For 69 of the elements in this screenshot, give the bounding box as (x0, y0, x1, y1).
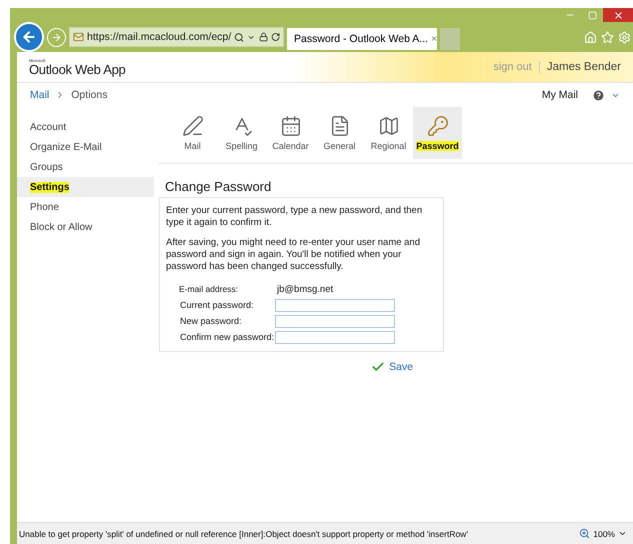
instruction-text: After saving, you might need to re-enter your user name and password and sign in again. You'll be notified when your password has been changed successfully. (166, 237, 421, 273)
field-label: New password: (180, 316, 243, 326)
browser-tab[interactable]: Password - Outlook Web A... × (287, 28, 437, 50)
sidebar-label: Phone (30, 202, 59, 212)
sidebar-item[interactable]: Settings (17, 177, 154, 197)
sidebar-label: Account (30, 122, 66, 132)
toolbar-tab[interactable]: Regional (364, 107, 413, 159)
field-label: Confirm new password: (180, 332, 276, 342)
section-title: Change Password (165, 179, 272, 194)
zoom-icon[interactable] (579, 528, 590, 539)
sidebar-label: Groups (30, 162, 63, 172)
save-button[interactable]: Save (371, 360, 413, 374)
zoom-level[interactable]: 100% (593, 528, 615, 538)
pen-paper-icon (182, 115, 204, 137)
close-icon (612, 10, 624, 20)
settings-icon[interactable] (618, 30, 631, 44)
sidebar-item[interactable]: Organize E-Mail (17, 137, 154, 157)
back-button[interactable] (14, 22, 44, 52)
calendar-icon (280, 115, 302, 137)
user-name[interactable]: James Bender (540, 61, 621, 73)
tab-label: Spelling (225, 141, 258, 151)
toolbar-tab[interactable]: General (315, 107, 364, 159)
tab-label: Regional (370, 141, 406, 151)
sidebar-item[interactable]: Phone (17, 197, 154, 217)
status-message: Unable to get property 'split' of undefined or null reference [Inner]:Object doesn't support property or method 'insertRow' (19, 528, 468, 538)
forward-button[interactable] (47, 28, 66, 46)
map-icon (378, 115, 400, 137)
instruction-text: Enter your current password, type a new password, and then type it again to confirm it. (166, 205, 424, 229)
field-label: E-mail address: (179, 284, 240, 294)
sidebar-label: Settings (30, 182, 70, 192)
tab-title: Password - Outlook Web A... (294, 33, 428, 45)
app-logo: Outlook Web App (29, 62, 126, 76)
toolbar-tab[interactable]: Mail (168, 107, 217, 159)
url-text: https://mail.mcacloud.com/ecp/ (87, 31, 232, 43)
password-field[interactable] (275, 298, 395, 312)
maximize-icon (588, 10, 596, 20)
sidebar-label: Block or Allow (30, 222, 92, 232)
tab-label: General (323, 141, 356, 151)
toolbar-tab[interactable]: Calendar (266, 107, 315, 159)
field-label: Current password: (180, 300, 255, 310)
tab-label: Mail (184, 141, 201, 151)
close-button[interactable] (603, 8, 633, 22)
toolbar-tab[interactable]: Spelling (217, 107, 266, 159)
breadcrumb-link[interactable]: Options (71, 89, 108, 101)
password-field[interactable] (275, 314, 395, 328)
caret-icon[interactable] (618, 529, 627, 538)
sidebar-label: Organize E-Mail (30, 142, 102, 152)
sidebar-item[interactable]: Account (17, 117, 154, 137)
lock-icon (258, 32, 268, 42)
my-mail-link[interactable]: My Mail (542, 89, 578, 101)
toolbar-tab[interactable]: Password (413, 107, 462, 159)
breadcrumb-link[interactable]: Mail (30, 89, 50, 101)
help-icon[interactable] (592, 88, 605, 102)
search-icon[interactable] (234, 32, 244, 42)
tab-label: Password (416, 141, 459, 151)
sidebar-item[interactable]: Block or Allow (17, 217, 154, 237)
page-icon (73, 31, 84, 43)
star-icon[interactable] (601, 30, 614, 44)
address-bar[interactable]: https://mail.mcacloud.com/ecp/ (69, 27, 284, 47)
tab-label: Calendar (272, 141, 309, 151)
home-icon[interactable] (584, 30, 597, 44)
tab-close[interactable]: × (431, 33, 438, 45)
key-icon (426, 115, 448, 137)
sidebar-item[interactable]: Groups (17, 157, 154, 177)
checkmark-icon (371, 360, 386, 374)
forward-arrow-icon (51, 32, 62, 42)
password-field[interactable] (275, 330, 395, 344)
refresh-icon[interactable] (270, 32, 280, 42)
email-value: jb@bmsg.net (277, 284, 334, 294)
